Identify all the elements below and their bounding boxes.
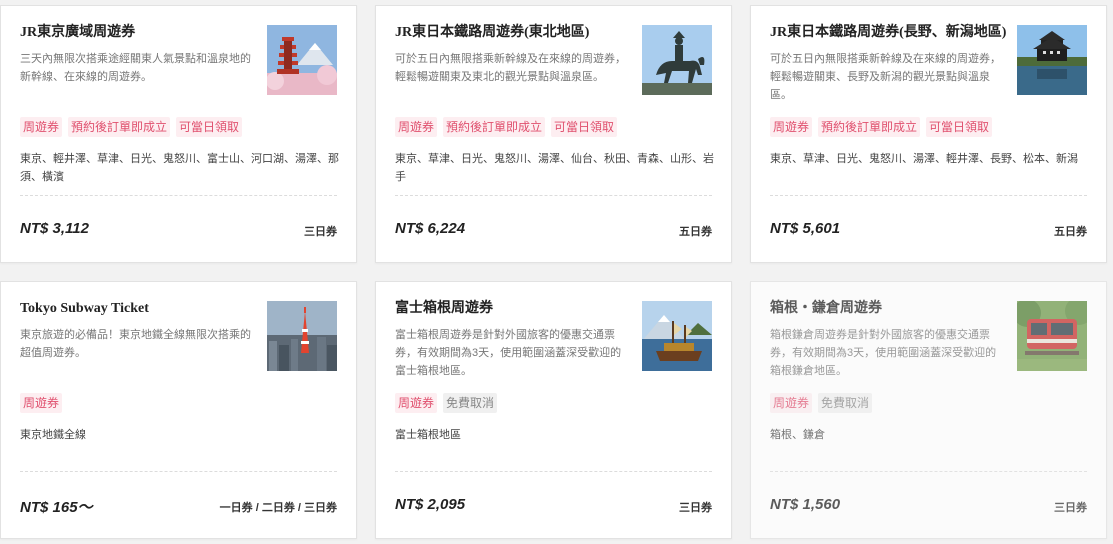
tag-instant-confirm: 預約後訂單即成立 <box>818 117 921 137</box>
card-duration: 三日券 <box>304 226 337 238</box>
card-title: JR東日本鐵路周遊券(長野、新潟地區) <box>770 25 1007 40</box>
tag-list: 周遊券 預約後訂單即成立 可當日領取 <box>395 117 618 137</box>
card-description: 可於五日內無限搭乘新幹線及在來線的周遊券，輕鬆暢遊關東及東北的觀光景點與溫泉區。 <box>395 53 626 83</box>
card-title: 富士箱根周遊券 <box>395 301 493 316</box>
tag-pass: 周遊券 <box>20 393 63 413</box>
tag-free-cancellation: 免費取消 <box>818 393 873 413</box>
card-thumbnail <box>1017 25 1087 95</box>
tag-pass: 周遊券 <box>395 393 438 413</box>
card-title: JR東京廣域周遊券 <box>20 25 136 40</box>
tag-list: 周遊券 免費取消 <box>395 393 498 413</box>
pass-card[interactable]: 箱根・鎌倉周遊券 箱根鎌倉周遊券是針對外國旅客的優惠交通票券，有效期間為3天，使… <box>750 281 1107 539</box>
divider <box>770 195 1087 196</box>
card-duration: 一日券 / 二日券 / 三日券 <box>219 502 337 514</box>
card-title: Tokyo Subway Ticket <box>20 301 149 316</box>
pass-card[interactable]: Tokyo Subway Ticket 東京旅遊的必備品！東京地鐵全線無限次搭乘… <box>0 281 357 539</box>
tag-free-cancellation: 免費取消 <box>443 393 498 413</box>
card-description: 可於五日內無限搭乘新幹線及在來線的周遊券，輕鬆暢遊關東、長野及新潟的觀光景點與溫… <box>770 53 1001 101</box>
card-thumbnail <box>267 25 337 95</box>
card-description: 富士箱根周遊券是針對外國旅客的優惠交通票券，有效期間為3天，使用範圍涵蓋深受歡迎… <box>395 329 622 377</box>
card-duration: 三日券 <box>1054 502 1087 514</box>
pass-card[interactable]: JR東日本鐵路周遊券(長野、新潟地區) 可於五日內無限搭乘新幹線及在來線的周遊券… <box>750 5 1107 263</box>
card-price: NT$ 3,112 <box>20 220 89 237</box>
card-thumbnail <box>1017 301 1087 371</box>
tag-instant-confirm: 預約後訂單即成立 <box>443 117 546 137</box>
pass-card[interactable]: JR東京廣域周遊券 三天內無限次搭乘途經關東人氣景點和溫泉地的新幹線、在來線的周… <box>0 5 357 263</box>
card-duration: 三日券 <box>679 502 712 514</box>
tag-pass: 周遊券 <box>20 117 63 137</box>
tag-same-day-pickup: 可當日領取 <box>926 117 993 137</box>
card-stations: 東京地鐵全線 <box>20 429 86 441</box>
card-description: 東京旅遊的必備品！東京地鐵全線無限次搭乘的超值周遊券。 <box>20 329 251 359</box>
card-duration: 五日券 <box>1054 226 1087 238</box>
divider <box>20 195 337 196</box>
card-duration: 五日券 <box>679 226 712 238</box>
card-stations: 東京、草津、日光、鬼怒川、湯澤、仙台、秋田、青森、山形、岩手 <box>395 153 714 183</box>
tag-same-day-pickup: 可當日領取 <box>176 117 243 137</box>
tag-pass: 周遊券 <box>395 117 438 137</box>
divider <box>770 471 1087 472</box>
card-description: 三天內無限次搭乘途經關東人氣景點和溫泉地的新幹線、在來線的周遊券。 <box>20 53 251 83</box>
card-title: 箱根・鎌倉周遊券 <box>770 301 882 316</box>
card-price: NT$ 1,560 <box>770 496 841 513</box>
card-price: NT$ 5,601 <box>770 220 841 237</box>
pass-card[interactable]: 富士箱根周遊券 富士箱根周遊券是針對外國旅客的優惠交通票券，有效期間為3天，使用… <box>375 281 732 539</box>
card-thumbnail <box>642 301 712 371</box>
card-stations: 箱根、鎌倉 <box>770 429 825 441</box>
card-stations: 富士箱根地區 <box>395 429 461 441</box>
tag-same-day-pickup: 可當日領取 <box>551 117 618 137</box>
divider <box>20 471 337 472</box>
tag-pass: 周遊券 <box>770 117 813 137</box>
pass-card[interactable]: JR東日本鐵路周遊券(東北地區) 可於五日內無限搭乘新幹線及在來線的周遊券，輕鬆… <box>375 5 732 263</box>
divider <box>395 195 712 196</box>
card-stations: 東京、草津、日光、鬼怒川、湯澤、輕井澤、長野、松本、新潟 <box>770 153 1078 165</box>
tag-list: 周遊券 預約後訂單即成立 可當日領取 <box>20 117 243 137</box>
card-title: JR東日本鐵路周遊券(東北地區) <box>395 25 590 40</box>
card-description: 箱根鎌倉周遊券是針對外國旅客的優惠交通票券，有效期間為3天，使用範圍涵蓋深受歡迎… <box>770 329 997 377</box>
divider <box>395 471 712 472</box>
tag-list: 周遊券 預約後訂單即成立 可當日領取 <box>770 117 993 137</box>
pass-card-grid: JR東京廣域周遊券 三天內無限次搭乘途經關東人氣景點和溫泉地的新幹線、在來線的周… <box>0 0 1113 544</box>
card-price: NT$ 2,095 <box>395 496 466 513</box>
card-price: NT$ 165～ <box>20 499 93 516</box>
card-thumbnail <box>642 25 712 95</box>
tag-pass: 周遊券 <box>770 393 813 413</box>
tag-list: 周遊券 免費取消 <box>770 393 873 413</box>
card-stations: 東京、輕井澤、草津、日光、鬼怒川、富士山、河口湖、湯澤、那須、橫濱 <box>20 153 339 183</box>
card-price: NT$ 6,224 <box>395 220 466 237</box>
tag-instant-confirm: 預約後訂單即成立 <box>68 117 171 137</box>
tag-list: 周遊券 <box>20 393 63 413</box>
card-thumbnail <box>267 301 337 371</box>
